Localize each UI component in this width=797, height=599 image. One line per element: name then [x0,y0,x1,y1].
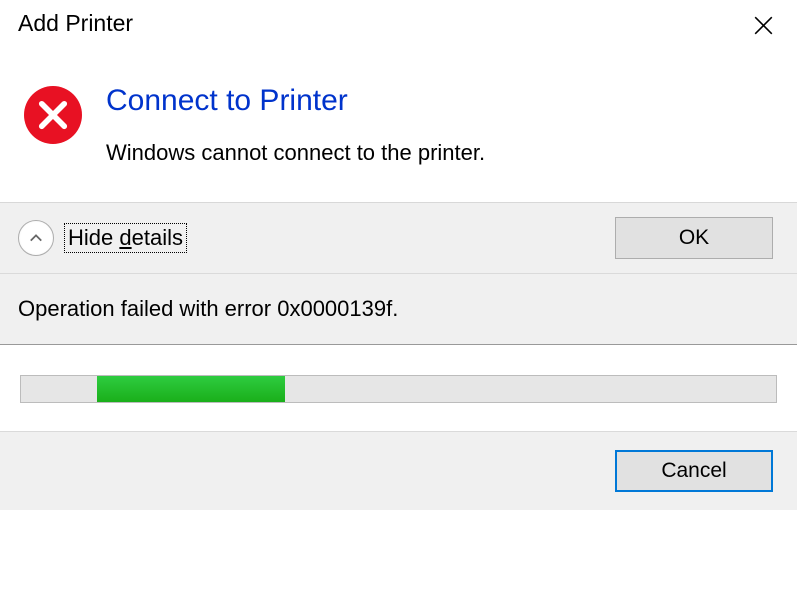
progress-bar [20,375,777,403]
action-row: Hide details OK [0,202,797,273]
dialog-message: Windows cannot connect to the printer. [106,140,485,166]
details-toggle-label[interactable]: Hide details [64,223,187,253]
close-icon [754,16,773,35]
close-button[interactable] [741,10,785,40]
dialog-headline: Connect to Printer [106,84,485,118]
progress-section [0,345,797,431]
error-detail-text: Operation failed with error 0x0000139f. [18,296,773,322]
titlebar: Add Printer [0,0,797,56]
chevron-up-button[interactable] [18,220,54,256]
details-toggle[interactable]: Hide details [18,220,187,256]
progress-fill [97,376,286,402]
cancel-button[interactable]: Cancel [615,450,773,492]
dialog-text: Connect to Printer Windows cannot connec… [106,84,485,166]
details-panel: Operation failed with error 0x0000139f. [0,273,797,345]
chevron-up-icon [29,231,43,245]
footer-row: Cancel [0,431,797,510]
ok-button[interactable]: OK [615,217,773,259]
error-icon [24,86,82,144]
window-title: Add Printer [18,10,133,37]
dialog-body: Connect to Printer Windows cannot connec… [0,56,797,202]
